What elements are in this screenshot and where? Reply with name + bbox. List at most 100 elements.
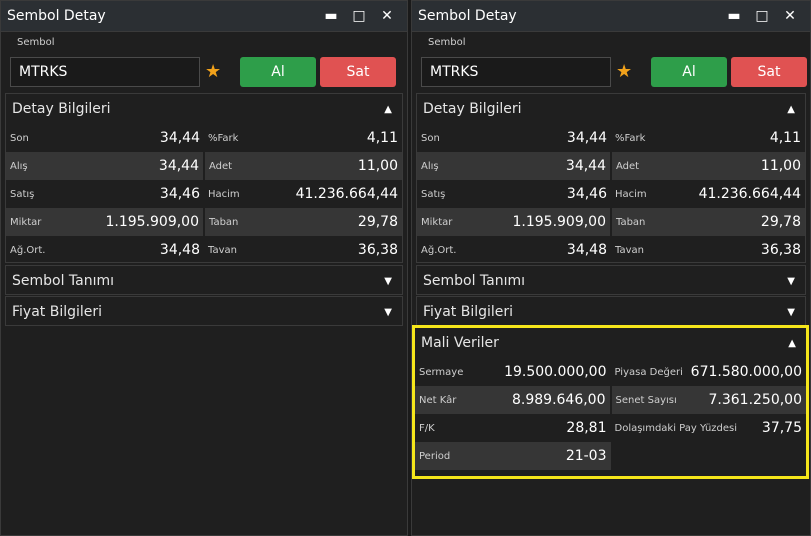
- mali-veriler-section: Mali Veriler ▲ Sermaye 19.500.000,00 Piya…: [412, 325, 809, 479]
- field-label: %Fark: [615, 132, 646, 144]
- close-icon[interactable]: ✕: [776, 8, 804, 24]
- field-label: Net Kâr: [419, 394, 457, 406]
- sell-button[interactable]: Sat: [320, 57, 396, 87]
- field-label: Son: [10, 132, 29, 144]
- collapse-arrow-icon[interactable]: ▲: [788, 338, 796, 349]
- field-value: 1.195.909,00: [512, 214, 606, 230]
- table-row: Net Kâr 8.989.646,00 Senet Sayısı 7.361.25…: [415, 386, 806, 414]
- sell-button[interactable]: Sat: [731, 57, 807, 87]
- buy-button[interactable]: Al: [240, 57, 316, 87]
- star-icon[interactable]: ★: [205, 61, 221, 82]
- collapse-arrow-icon[interactable]: ▲: [384, 104, 392, 115]
- field-label: Hacim: [615, 188, 647, 200]
- field-label: Tavan: [615, 244, 644, 256]
- field-value: 4,11: [769, 130, 801, 146]
- field-label: Taban: [209, 216, 239, 228]
- detay-section: Detay Bilgileri ▲ Son 34,44 %Fark 4,11 Alı…: [416, 93, 806, 263]
- field-value: 34,48: [159, 242, 200, 258]
- field-label: Taban: [616, 216, 646, 228]
- detay-header[interactable]: Detay Bilgileri ▲: [417, 94, 805, 124]
- expand-arrow-icon[interactable]: ▼: [787, 307, 795, 318]
- field-value: 34,48: [566, 242, 607, 258]
- symbol-input[interactable]: MTRKS: [421, 57, 611, 87]
- field-label: Tavan: [208, 244, 237, 256]
- field-label: Adet: [209, 160, 233, 172]
- field-label: Ağ.Ort.: [421, 244, 457, 256]
- mali-title: Mali Veriler: [421, 335, 499, 351]
- detay-header[interactable]: Detay Bilgileri ▲: [6, 94, 402, 124]
- fiyat-bilgileri-title: Fiyat Bilgileri: [423, 304, 514, 320]
- buy-button[interactable]: Al: [651, 57, 727, 87]
- field-label: F/K: [419, 422, 435, 434]
- table-row: Alış 34,44 Adet 11,00: [417, 152, 805, 180]
- field-label: Senet Sayısı: [615, 394, 677, 406]
- field-value: 41.236.664,44: [698, 186, 801, 202]
- field-value: 36,38: [357, 242, 398, 258]
- fiyat-bilgileri-section[interactable]: Fiyat Bilgileri ▼: [5, 296, 403, 326]
- close-icon[interactable]: ✕: [373, 8, 401, 24]
- expand-arrow-icon[interactable]: ▼: [384, 276, 392, 287]
- field-value: 11,00: [357, 158, 398, 174]
- field-value: 8.989.646,00: [511, 392, 606, 408]
- field-label: Alış: [10, 160, 28, 172]
- field-value: 34,46: [159, 186, 200, 202]
- sembol-tanimi-section[interactable]: Sembol Tanımı ▼: [416, 265, 806, 295]
- field-label: Satış: [10, 188, 35, 200]
- table-row: Period 21-03: [415, 442, 806, 470]
- table-row: Miktar 1.195.909,00 Taban 29,78: [417, 208, 805, 236]
- titlebar[interactable]: Sembol Detay ▬ □ ✕: [412, 1, 810, 32]
- detay-section: Detay Bilgileri ▲ Son 34,44 %Fark 4,11 Alı…: [5, 93, 403, 263]
- fiyat-bilgileri-title: Fiyat Bilgileri: [12, 304, 103, 320]
- field-label: Hacim: [208, 188, 240, 200]
- field-label: %Fark: [208, 132, 239, 144]
- field-label: Piyasa Değeri: [614, 366, 683, 378]
- sembol-tanimi-section[interactable]: Sembol Tanımı ▼: [5, 265, 403, 295]
- detay-title: Detay Bilgileri: [12, 101, 111, 117]
- expand-arrow-icon[interactable]: ▼: [787, 276, 795, 287]
- table-row: Satış 34,46 Hacim 41.236.664,44: [417, 180, 805, 208]
- table-row: Ağ.Ort. 34,48 Tavan 36,38: [417, 236, 805, 264]
- fiyat-bilgileri-section[interactable]: Fiyat Bilgileri ▼: [416, 296, 806, 326]
- sembol-label: Sembol: [17, 37, 55, 48]
- field-value: 11,00: [760, 158, 801, 174]
- expand-arrow-icon[interactable]: ▼: [384, 307, 392, 318]
- minimize-icon[interactable]: ▬: [720, 8, 748, 24]
- star-icon[interactable]: ★: [616, 61, 632, 82]
- maximize-icon[interactable]: □: [345, 8, 373, 24]
- minimize-icon[interactable]: ▬: [317, 8, 345, 24]
- field-label: Dolaşımdaki Pay Yüzdesi: [614, 422, 738, 434]
- table-row: F/K 28,81 Dolaşımdaki Pay Yüzdesi 37,75: [415, 414, 806, 442]
- sembol-tanimi-title: Sembol Tanımı: [12, 273, 115, 289]
- field-value: 29,78: [760, 214, 801, 230]
- maximize-icon[interactable]: □: [748, 8, 776, 24]
- field-value: 34,44: [565, 158, 606, 174]
- table-row: Satış 34,46 Hacim 41.236.664,44: [6, 180, 402, 208]
- field-value: 34,44: [158, 158, 199, 174]
- field-label: Alış: [421, 160, 439, 172]
- table-row: Sermaye 19.500.000,00 Piyasa Değeri 671.58…: [415, 358, 806, 386]
- field-value: 28,81: [566, 420, 607, 436]
- symbol-input[interactable]: MTRKS: [10, 57, 200, 87]
- field-label: Period: [419, 450, 451, 462]
- field-value: 41.236.664,44: [295, 186, 398, 202]
- symbol-detail-window-right: Sembol Detay ▬ □ ✕ Sembol MTRKS ★ Al Sat…: [411, 0, 811, 536]
- window-title: Sembol Detay: [418, 8, 517, 24]
- field-label: Adet: [616, 160, 640, 172]
- table-row: Alış 34,44 Adet 11,00: [6, 152, 402, 180]
- collapse-arrow-icon[interactable]: ▲: [787, 104, 795, 115]
- field-label: Miktar: [421, 216, 453, 228]
- field-value: 34,46: [566, 186, 607, 202]
- sembol-label: Sembol: [428, 37, 466, 48]
- table-row: Miktar 1.195.909,00 Taban 29,78: [6, 208, 402, 236]
- field-value: 1.195.909,00: [105, 214, 199, 230]
- titlebar[interactable]: Sembol Detay ▬ □ ✕: [1, 1, 407, 32]
- mali-header[interactable]: Mali Veriler ▲: [415, 328, 806, 358]
- table-row: Son 34,44 %Fark 4,11: [6, 124, 402, 152]
- field-value: 19.500.000,00: [504, 364, 607, 380]
- field-value: 21-03: [565, 448, 607, 464]
- field-value: 34,44: [566, 130, 607, 146]
- field-label: Satış: [421, 188, 446, 200]
- table-row: Son 34,44 %Fark 4,11: [417, 124, 805, 152]
- symbol-detail-window-left: Sembol Detay ▬ □ ✕ Sembol MTRKS ★ Al Sat…: [0, 0, 408, 536]
- detay-title: Detay Bilgileri: [423, 101, 522, 117]
